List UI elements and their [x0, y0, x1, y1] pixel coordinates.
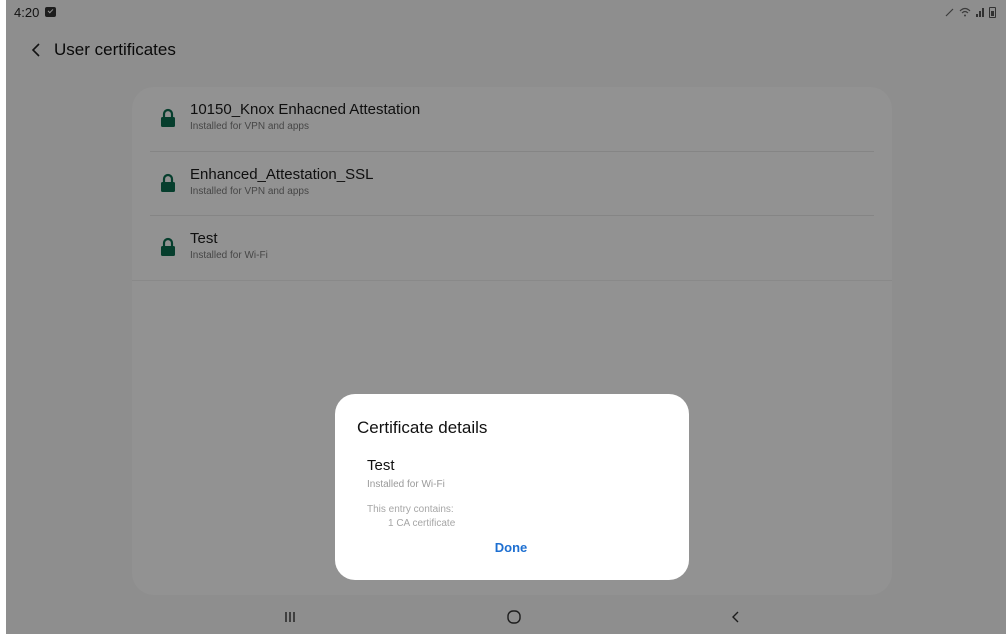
- certificate-details-dialog: Certificate details Test Installed for W…: [335, 394, 689, 580]
- screen: 4:20 User certificates 10150_Knox Enhacn…: [6, 0, 1006, 634]
- dialog-certificate-subtitle: Installed for Wi-Fi: [367, 479, 445, 490]
- done-button[interactable]: Done: [485, 538, 537, 558]
- dialog-contains-value: 1 CA certificate: [388, 518, 456, 529]
- dialog-contains-label: This entry contains:: [367, 504, 454, 515]
- dialog-title: Certificate details: [357, 418, 488, 437]
- dialog-certificate-name: Test: [367, 457, 395, 474]
